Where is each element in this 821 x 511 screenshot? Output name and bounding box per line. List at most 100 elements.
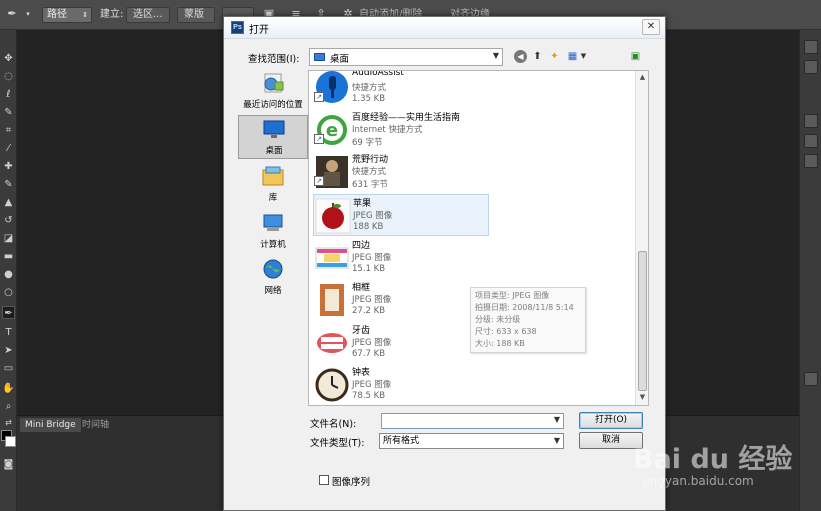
panel-icon-4[interactable] [804, 134, 818, 148]
scroll-down-arrow-icon[interactable]: ▼ [638, 393, 647, 402]
eraser-tool-icon[interactable]: ◪ [2, 232, 15, 245]
path-mode-value: 路径 [47, 9, 67, 20]
place-label: 计算机 [260, 240, 286, 250]
file-size: 188 KB [353, 222, 384, 232]
dodge-tool-icon[interactable]: ○ [2, 286, 15, 299]
make-mask-button[interactable]: 蒙版 [177, 7, 215, 23]
type-tool-icon[interactable]: T [2, 326, 15, 339]
list-item[interactable]: 苹果 JPEG 图像 188 KB [313, 194, 489, 236]
pen-tool-icon[interactable]: ✒ [2, 306, 15, 319]
computer-icon [263, 214, 283, 231]
photo-frame-image-icon [320, 284, 344, 316]
place-network[interactable]: 网络 [238, 256, 308, 298]
list-item[interactable]: ↗ AudioAssist 快捷方式 1.35 KB [313, 71, 489, 109]
marquee-tool-icon[interactable]: ◌ [2, 70, 15, 83]
open-folder-icon[interactable]: ▣ [629, 50, 642, 63]
panel-icon-6[interactable] [804, 372, 818, 386]
blur-tool-icon[interactable]: ● [2, 268, 15, 281]
look-in-combobox[interactable]: 桌面 ▼ [309, 48, 503, 66]
clone-stamp-tool-icon[interactable]: ▲ [2, 196, 15, 209]
file-type-value: 所有格式 [383, 436, 420, 446]
background-color-swatch[interactable] [5, 436, 16, 447]
place-recent[interactable]: 最近访问的位置 [238, 70, 308, 112]
file-list-scrollbar[interactable]: ▲ ▼ [635, 71, 648, 405]
hand-tool-icon[interactable]: ✋ [2, 382, 15, 395]
make-selection-button[interactable]: 选区... [126, 7, 170, 23]
file-name-combobox[interactable]: ▼ [381, 413, 564, 429]
list-item[interactable]: 相框 JPEG 图像 27.2 KB [313, 279, 489, 321]
chevron-down-icon[interactable]: ▼ [577, 50, 590, 63]
make-label: 建立: [100, 9, 124, 20]
file-type-label: 文件类型(T): [310, 438, 365, 449]
place-label: 库 [268, 193, 278, 203]
list-item[interactable]: 牙齿 JPEG 图像 67.7 KB [313, 322, 489, 364]
right-panel-dock [799, 30, 821, 511]
crop-tool-icon[interactable]: ⌗ [2, 124, 15, 137]
list-item[interactable]: 四边 JPEG 图像 15.1 KB [313, 237, 489, 279]
file-size: 631 字节 [352, 180, 388, 190]
move-tool-icon[interactable]: ✥ [2, 52, 15, 65]
brush-tool-icon[interactable]: ✎ [2, 178, 15, 191]
desktop-icon [263, 120, 285, 138]
file-type: 快捷方式 [352, 167, 387, 177]
lasso-tool-icon[interactable]: ℓ [2, 88, 15, 101]
history-brush-tool-icon[interactable]: ↺ [2, 214, 15, 227]
file-type: JPEG 图像 [352, 380, 392, 390]
file-type: 快捷方式 [352, 83, 387, 93]
file-size: 27.2 KB [352, 306, 386, 316]
scroll-up-arrow-icon[interactable]: ▲ [638, 73, 647, 82]
tool-preset-arrow-icon[interactable]: ▾ [22, 8, 34, 20]
file-name: 四边 [352, 241, 371, 251]
watermark-url: jingyan.baidu.com [643, 474, 754, 488]
place-desktop[interactable]: 桌面 [238, 115, 308, 159]
eyedropper-tool-icon[interactable]: ⁄ [2, 142, 15, 155]
scrollbar-thumb[interactable] [638, 251, 647, 391]
new-folder-icon[interactable]: ✦ [548, 50, 561, 63]
healing-brush-tool-icon[interactable]: ✚ [2, 160, 15, 173]
chevron-down-icon[interactable]: ▼ [554, 415, 560, 424]
back-icon[interactable]: ◀ [514, 50, 527, 63]
file-name-input[interactable] [382, 414, 542, 428]
image-sequence-checkbox[interactable] [319, 475, 329, 485]
path-mode-select[interactable]: 路径 ⇕ [42, 7, 92, 23]
file-info-tooltip: 项目类型: JPEG 图像 拍摄日期: 2008/11/8 5:14 分级: 未… [470, 287, 586, 353]
tab-timeline[interactable]: 时间轴 [77, 418, 114, 432]
list-item[interactable]: e ↗ 百度经验——实用生活指南 Internet 快捷方式 69 字节 [313, 109, 489, 151]
panel-icon-5[interactable] [804, 154, 818, 168]
chevron-down-icon: ▼ [492, 51, 499, 60]
file-size: 78.5 KB [352, 391, 386, 401]
swap-colors-icon[interactable]: ⇄ [2, 416, 15, 429]
teeth-image-icon [317, 333, 347, 353]
dialog-titlebar[interactable]: Ps 打开 ✕ [224, 17, 665, 39]
recent-places-icon [264, 73, 284, 93]
place-computer[interactable]: 计算机 [238, 210, 308, 252]
desktop-icon [314, 53, 325, 61]
border-image-icon [315, 247, 349, 269]
file-list: ↗ AudioAssist 快捷方式 1.35 KB e ↗ 百度经验——实用生… [308, 70, 649, 406]
file-name: 牙齿 [352, 326, 371, 336]
open-dialog: Ps 打开 ✕ 查找范围(I): 桌面 ▼ ◀ ⬆ ✦ ▦ ▼ ▣ 最近访问的位… [223, 16, 666, 511]
close-button[interactable]: ✕ [642, 19, 660, 35]
zoom-tool-icon[interactable]: ⌕ [2, 400, 15, 413]
quick-select-tool-icon[interactable]: ✎ [2, 106, 15, 119]
shape-tool-icon[interactable]: ▭ [2, 362, 15, 375]
path-selection-tool-icon[interactable]: ➤ [2, 344, 15, 357]
panel-icon-1[interactable] [804, 40, 818, 54]
list-item[interactable]: 钟表 JPEG 图像 78.5 KB [313, 364, 489, 405]
up-folder-icon[interactable]: ⬆ [531, 50, 544, 63]
tab-mini-bridge[interactable]: Mini Bridge [20, 418, 81, 432]
file-type-select[interactable]: 所有格式 ▼ [379, 433, 564, 449]
pen-tool-icon[interactable]: ✒ [6, 8, 18, 20]
panel-icon-3[interactable] [804, 114, 818, 128]
panel-icon-2[interactable] [804, 60, 818, 74]
place-libraries[interactable]: 库 [238, 163, 308, 205]
baidu-watermark: Bai du 经验 jingyan.baidu.com [633, 424, 792, 494]
libraries-icon [262, 166, 284, 186]
file-name: 钟表 [352, 368, 371, 378]
quick-mask-icon[interactable]: ◙ [2, 458, 15, 471]
gradient-tool-icon[interactable]: ▬ [2, 250, 15, 263]
apple-image-icon [315, 198, 351, 234]
list-item[interactable]: ↗ 荒野行动 快捷方式 631 字节 [313, 151, 489, 193]
look-in-label: 查找范围(I): [248, 54, 300, 65]
network-icon [263, 259, 283, 279]
